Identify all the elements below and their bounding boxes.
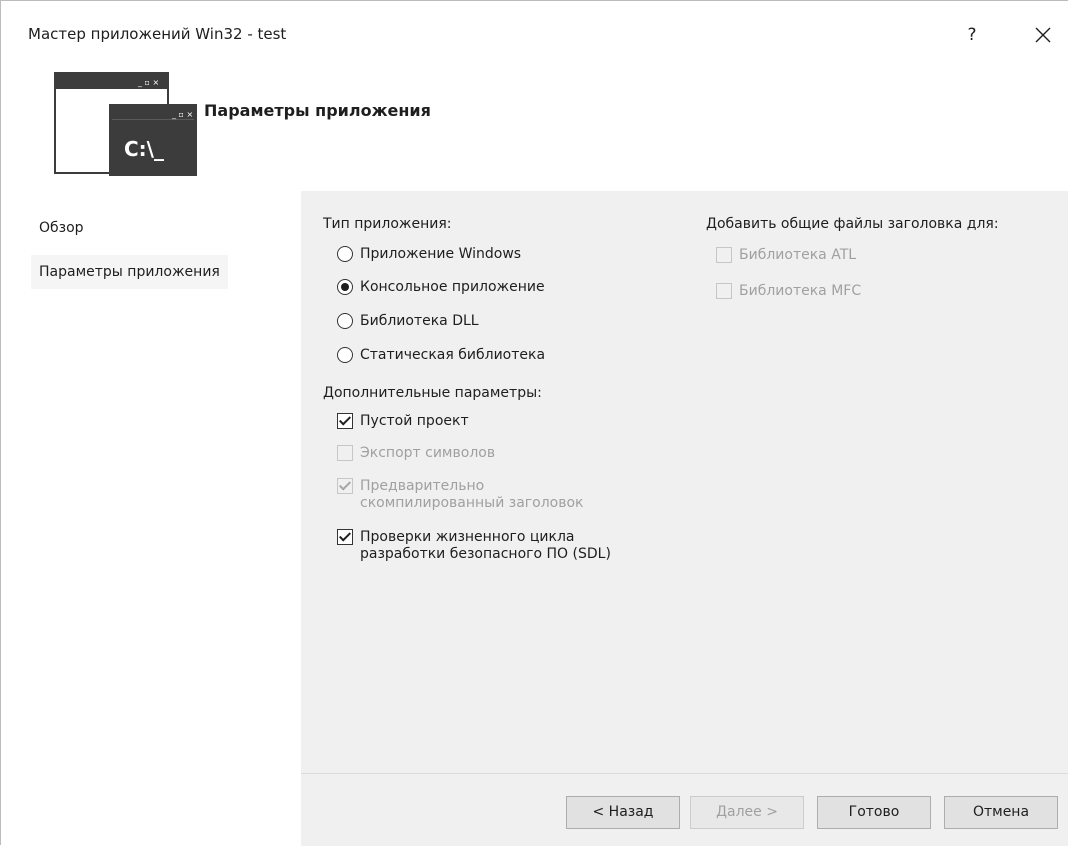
radio-dll[interactable]: Библиотека DLL	[337, 313, 479, 330]
sidebar-item-overview[interactable]: Обзор	[31, 211, 92, 245]
next-button[interactable]: Далее >	[690, 796, 804, 829]
sidebar-item-app-settings[interactable]: Параметры приложения	[31, 255, 228, 289]
option-label-line1: Проверки жизненного цикла	[360, 529, 575, 545]
checkbox-disabled[interactable]	[337, 445, 353, 461]
wizard-window: Мастер приложений Win32 - test ? _ ▫ × _…	[0, 0, 1068, 846]
checkbox-atl[interactable]: Библиотека ATL	[716, 247, 856, 264]
finish-button[interactable]: Готово	[817, 796, 931, 829]
checkbox-disabled[interactable]	[716, 247, 732, 263]
wizard-sidebar: Обзор Параметры приложения	[1, 191, 301, 846]
radio-windows-app[interactable]: Приложение Windows	[337, 246, 521, 263]
console-app-icon: _ ▫ × _ ▫ × C:\_	[54, 72, 197, 176]
title-bar: Мастер приложений Win32 - test ?	[1, 1, 1068, 61]
checkbox-checked[interactable]	[337, 529, 353, 545]
checkbox-sdl-checks[interactable]: Проверки жизненного цикла разработки без…	[337, 529, 611, 563]
checkbox-mfc[interactable]: Библиотека MFC	[716, 283, 861, 300]
checkbox-export-symbols[interactable]: Экспорт символов	[337, 445, 495, 462]
checkbox-empty-project[interactable]: Пустой проект	[337, 413, 469, 430]
radio-button[interactable]	[337, 347, 353, 363]
cancel-button[interactable]: Отмена	[944, 796, 1058, 829]
svg-text:_ ▫ ×: _ ▫ ×	[137, 78, 159, 87]
option-label-line1: Предварительно	[360, 478, 485, 494]
footer-divider	[301, 773, 1068, 774]
app-type-label: Тип приложения:	[323, 216, 452, 232]
radio-console-app[interactable]: Консольное приложение	[337, 279, 545, 296]
svg-text:_ ▫ ×: _ ▫ ×	[171, 110, 193, 119]
close-button[interactable]	[1025, 19, 1061, 51]
back-button[interactable]: < Назад	[566, 796, 680, 829]
checkbox-checked-disabled[interactable]	[337, 478, 353, 494]
common-headers-label: Добавить общие файлы заголовка для:	[706, 216, 999, 232]
svg-text:C:\_: C:\_	[124, 137, 164, 161]
radio-button[interactable]	[337, 313, 353, 329]
radio-static-lib[interactable]: Статическая библиотека	[337, 347, 545, 364]
page-heading: Параметры приложения	[204, 101, 431, 120]
option-label-line2: разработки безопасного ПО (SDL)	[360, 546, 611, 562]
close-icon	[1035, 27, 1051, 43]
window-title: Мастер приложений Win32 - test	[28, 25, 287, 43]
checkbox-disabled[interactable]	[716, 283, 732, 299]
extra-options-label: Дополнительные параметры:	[323, 385, 542, 401]
checkbox-precompiled-header[interactable]: Предварительно скомпилированный заголово…	[337, 478, 584, 512]
radio-button-selected[interactable]	[337, 279, 353, 295]
radio-button[interactable]	[337, 246, 353, 262]
settings-panel: Тип приложения: Приложение Windows Консо…	[301, 191, 1068, 846]
help-button[interactable]: ?	[959, 23, 985, 47]
option-label-line2: скомпилированный заголовок	[360, 495, 584, 511]
checkbox-checked[interactable]	[337, 413, 353, 429]
